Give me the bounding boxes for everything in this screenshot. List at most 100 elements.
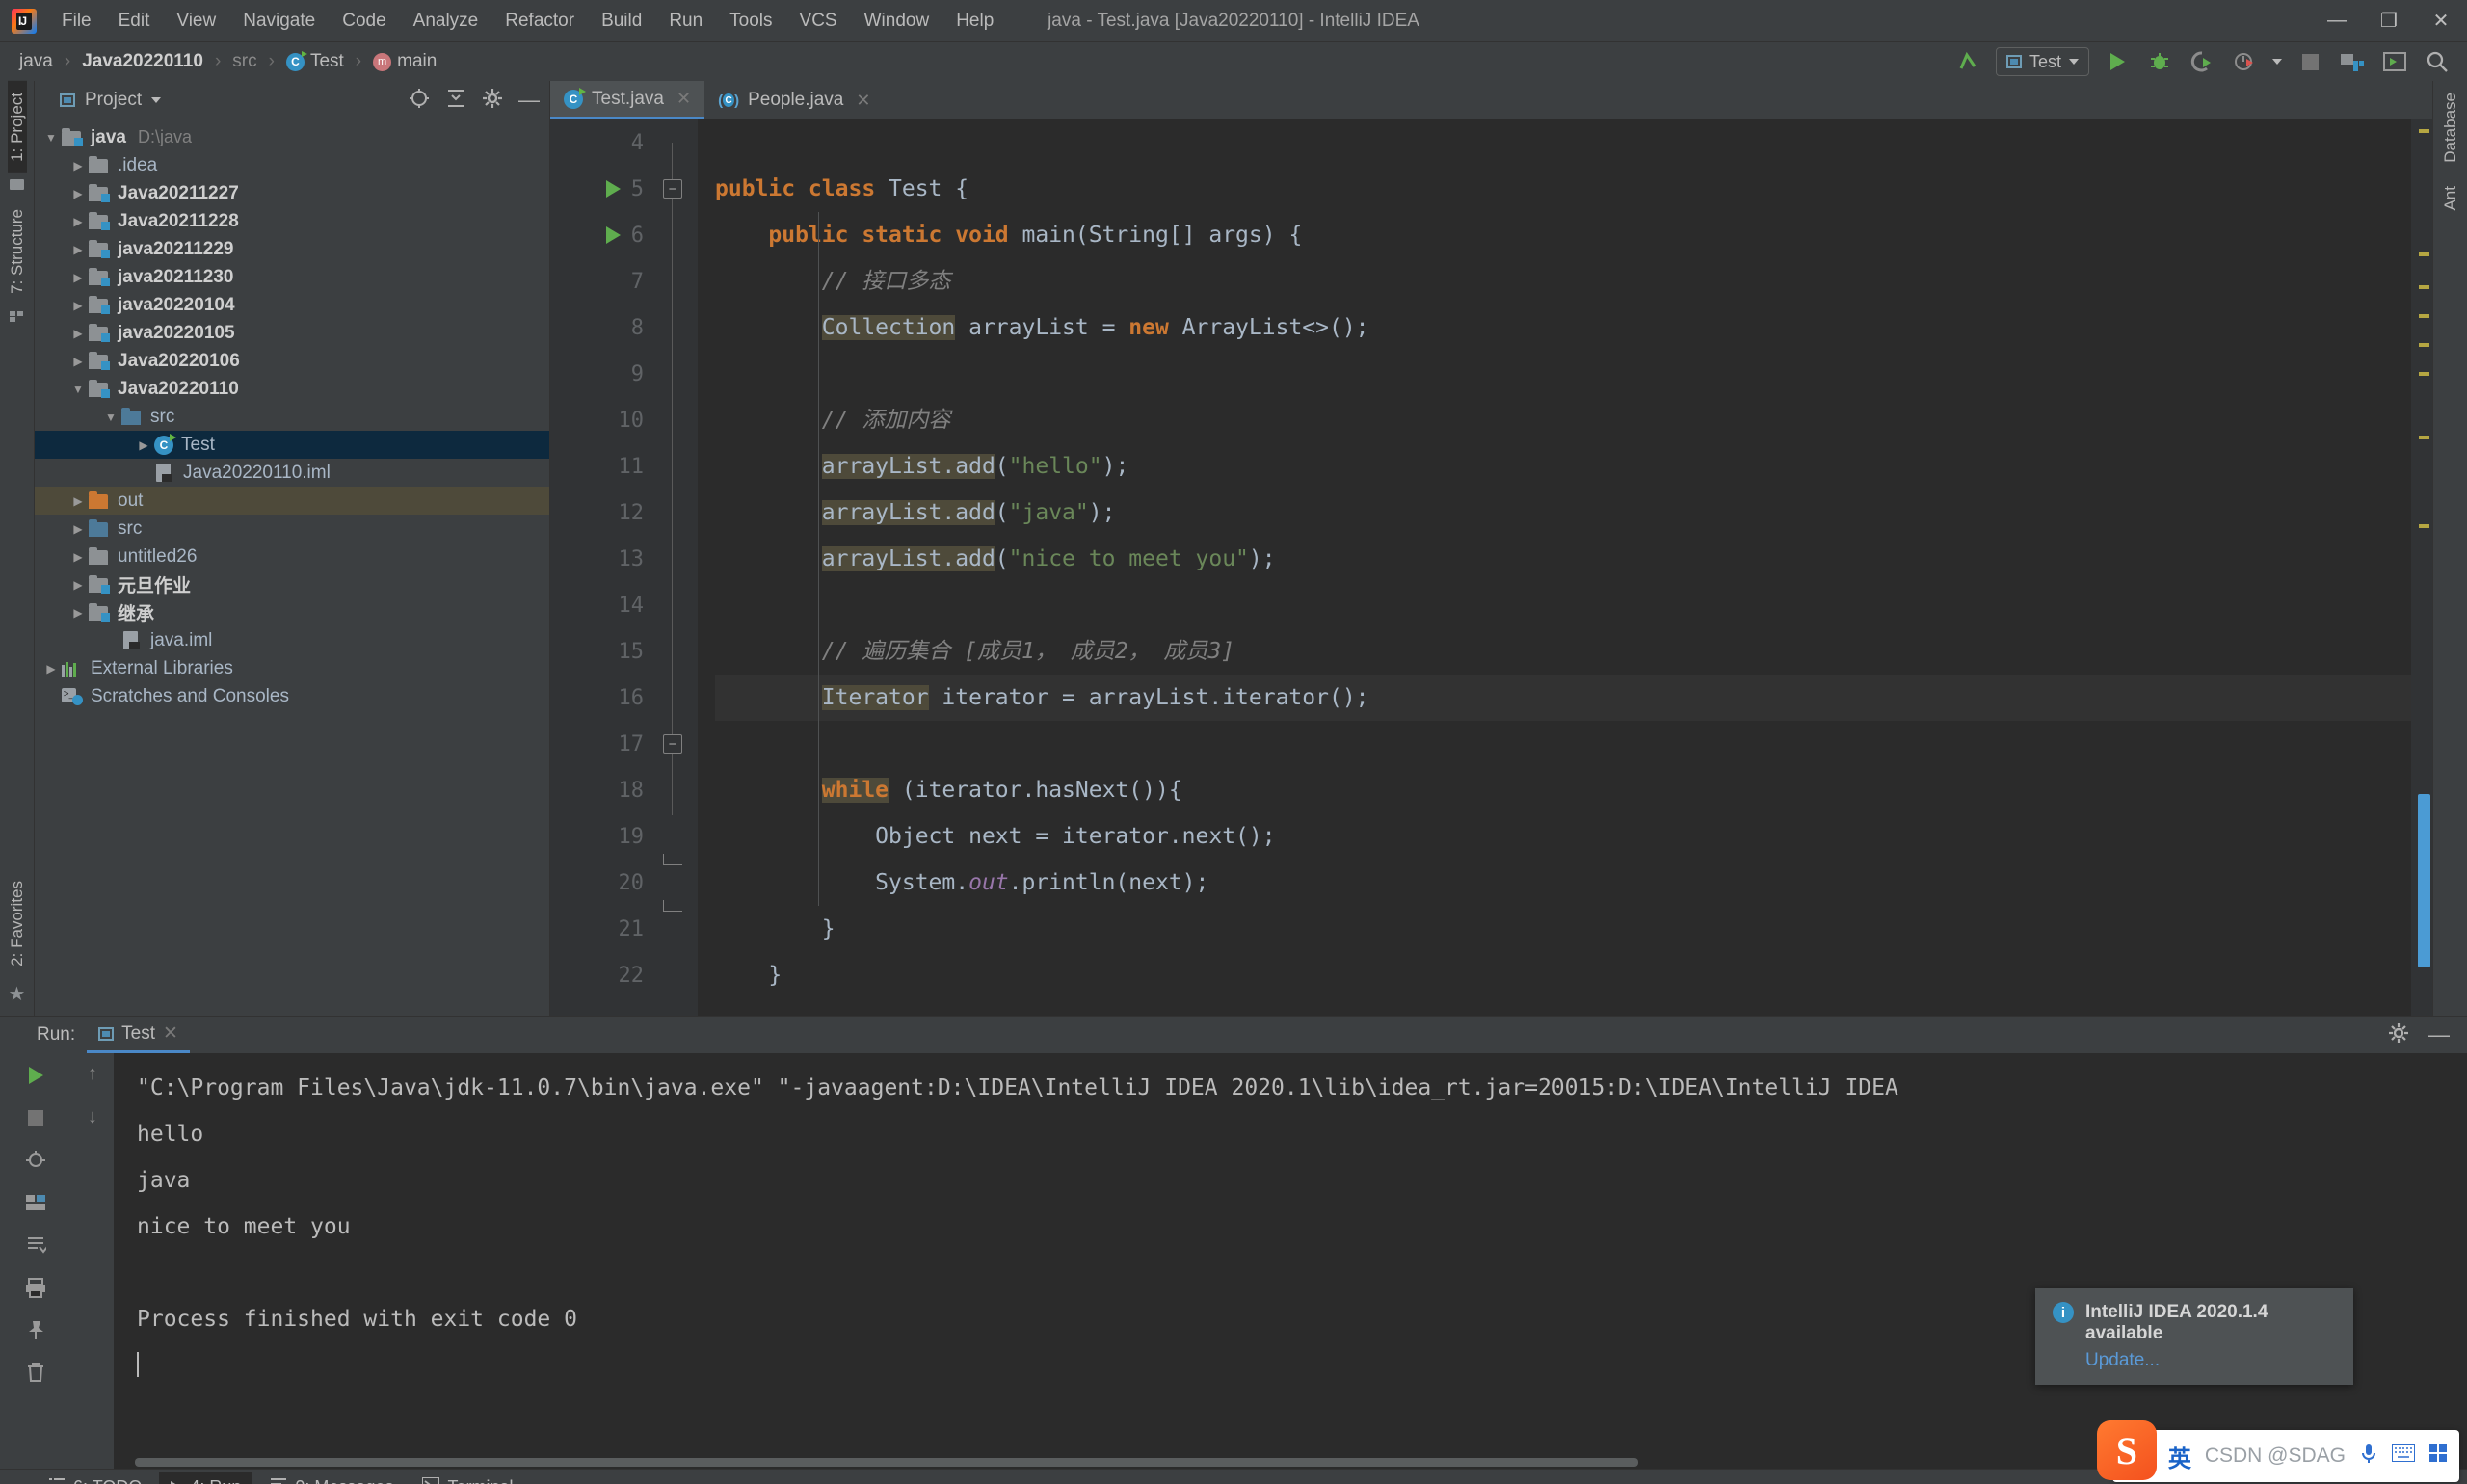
toolwindow-todo[interactable]: 6: TODO [37, 1472, 153, 1484]
rail-item-favorites[interactable]: 2: Favorites [8, 869, 27, 978]
run-panel-actions[interactable]: — [2388, 1022, 2467, 1048]
clear-all-button[interactable] [21, 1358, 50, 1387]
code-line-15[interactable]: // 遍历集合 [成员1， 成员2， 成员3] [715, 628, 2411, 675]
fold-collapse-icon[interactable]: − [663, 179, 682, 199]
expand-arrow-icon[interactable]: ▶ [67, 327, 89, 340]
expand-arrow-icon[interactable]: ▶ [67, 578, 89, 592]
hide-panel-icon[interactable]: — [2428, 1024, 2450, 1046]
maximize-button[interactable]: ❐ [2363, 0, 2415, 42]
expand-arrow-icon[interactable]: ▶ [67, 606, 89, 620]
code-line-18[interactable]: while (iterator.hasNext()){ [715, 767, 2411, 813]
tree-item-out[interactable]: ▶ out [35, 487, 549, 515]
expand-arrow-icon[interactable]: ▶ [67, 299, 89, 312]
project-panel-actions[interactable]: — [409, 88, 540, 114]
breadcrumb[interactable]: java › Java20220110 › src › C Test › m m… [15, 49, 440, 74]
profiler-button[interactable] [2230, 47, 2259, 76]
warning-marker[interactable] [2419, 252, 2429, 256]
close-button[interactable]: ✕ [2415, 0, 2467, 42]
project-view-chevron-down-icon[interactable] [151, 97, 162, 103]
notification-popup[interactable]: i IntelliJ IDEA 2020.1.4 available Updat… [2035, 1288, 2353, 1385]
notification-update-link[interactable]: Update... [2085, 1350, 2336, 1371]
rail-item-database[interactable]: Database [2441, 81, 2460, 174]
expand-arrow-icon[interactable]: ▶ [67, 243, 89, 256]
run-tab-test[interactable]: Test ✕ [87, 1017, 190, 1053]
settings-button[interactable] [2380, 47, 2409, 76]
scroll-to-end-button[interactable] [21, 1231, 50, 1259]
collapse-arrow-icon[interactable]: ▼ [100, 411, 121, 424]
code-line-10[interactable]: // 添加内容 [715, 397, 2411, 443]
run-console-output[interactable]: "C:\Program Files\Java\jdk-11.0.7\bin\ja… [114, 1053, 2467, 1469]
close-icon[interactable]: ✕ [676, 89, 691, 109]
back-arrow-icon[interactable] [1953, 47, 1982, 76]
code-line-20[interactable]: System.out.println(next); [715, 860, 2411, 906]
tree-item-java20220106[interactable]: ▶ Java20220106 [35, 347, 549, 375]
expand-arrow-icon[interactable]: ▶ [67, 355, 89, 368]
rerun-button[interactable] [21, 1061, 50, 1090]
hide-panel-icon[interactable]: — [518, 90, 540, 111]
toolwindow-run[interactable]: 4: Run [159, 1472, 253, 1484]
scroll-up-icon[interactable]: ↑ [88, 1063, 97, 1085]
run-gutter-icon[interactable] [606, 226, 621, 244]
rail-item-project[interactable]: 1: Project [7, 81, 27, 173]
expand-arrow-icon[interactable]: ▶ [67, 522, 89, 536]
menu-refactor[interactable]: Refactor [491, 7, 588, 36]
menu-run[interactable]: Run [655, 7, 716, 36]
editor-tab-bar[interactable]: C Test.java ✕ (C) People.java ✕ [550, 81, 2432, 119]
left-tool-rail[interactable]: 1: Project 7: Structure 2: Favorites ★ [0, 81, 35, 1016]
tree-item-root-src[interactable]: ▶ src [35, 515, 549, 543]
tree-item-scratches-and-consoles[interactable]: >_ Scratches and Consoles [35, 682, 549, 710]
tree-item-yuandan-zuoye[interactable]: ▶ 元旦作业 [35, 570, 549, 598]
code-line-6[interactable]: public static void main(String[] args) { [715, 212, 2411, 258]
code-text[interactable]: public class Test { public static void m… [698, 119, 2411, 1016]
main-toolbar[interactable]: Test [1953, 47, 2467, 76]
layout-button[interactable] [21, 1188, 50, 1217]
code-line-7[interactable]: // 接口多态 [715, 258, 2411, 305]
code-folding-gutter[interactable]: − − [651, 119, 698, 1016]
ime-tools-icon[interactable] [2428, 1444, 2448, 1469]
close-icon[interactable]: ✕ [856, 91, 870, 111]
gear-icon[interactable] [2388, 1022, 2409, 1048]
menu-bar[interactable]: File Edit View Navigate Code Analyze Ref… [48, 7, 1007, 36]
search-everywhere-icon[interactable] [2423, 47, 2452, 76]
tree-item-java20220110[interactable]: ▼ Java20220110 [35, 375, 549, 403]
expand-arrow-icon[interactable]: ▶ [67, 494, 89, 508]
line-number-gutter[interactable]: 4 5 6 7 8 9 10 11 12 13 14 15 16 17 18 1… [550, 119, 651, 1016]
tree-item-untitled26[interactable]: ▶ untitled26 [35, 543, 549, 570]
project-structure-button[interactable] [2338, 47, 2367, 76]
toolwindow-terminal[interactable]: Terminal [411, 1472, 524, 1484]
warning-marker[interactable] [2419, 314, 2429, 318]
tree-item-jicheng[interactable]: ▶ 继承 [35, 598, 549, 626]
code-line-16[interactable]: Iterator iterator = arrayList.iterator()… [715, 675, 2411, 721]
code-line-14[interactable] [715, 582, 2411, 628]
project-tree[interactable]: ▼ java D:\java ▶ .idea ▶ Java20211227 ▶ … [35, 119, 549, 1016]
editor-vertical-scrollbar-thumb[interactable] [2418, 794, 2430, 967]
minimize-button[interactable]: — [2311, 0, 2363, 42]
tree-item-java20211228[interactable]: ▶ Java20211228 [35, 207, 549, 235]
menu-tools[interactable]: Tools [716, 7, 785, 36]
run-button[interactable] [2103, 47, 2132, 76]
tree-item-src[interactable]: ▼ src [35, 403, 549, 431]
code-line-4[interactable] [715, 119, 2411, 166]
microphone-icon[interactable] [2359, 1443, 2378, 1470]
code-line-11[interactable]: arrayList.add("hello"); [715, 443, 2411, 490]
collapse-all-icon[interactable] [445, 88, 466, 114]
profiler-chevron-down-icon[interactable] [2272, 59, 2282, 65]
expand-arrow-icon[interactable]: ▶ [133, 438, 154, 452]
tree-item-test[interactable]: ▶ C Test [35, 431, 549, 459]
fold-collapse-icon[interactable]: − [663, 734, 682, 754]
tree-item-java[interactable]: ▼ java D:\java [35, 123, 549, 151]
warning-marker[interactable] [2419, 129, 2429, 133]
breadcrumb-java[interactable]: java [15, 49, 57, 74]
run-side-toolbar[interactable] [0, 1053, 71, 1469]
locate-file-icon[interactable] [409, 88, 430, 114]
scroll-down-icon[interactable]: ↓ [88, 1106, 97, 1128]
console-scrollbar-thumb[interactable] [135, 1458, 1638, 1467]
warning-marker[interactable] [2419, 285, 2429, 289]
expand-arrow-icon[interactable]: ▼ [40, 131, 62, 145]
print-button[interactable] [21, 1273, 50, 1302]
menu-help[interactable]: Help [942, 7, 1007, 36]
code-line-13[interactable]: arrayList.add("nice to meet you"); [715, 536, 2411, 582]
menu-view[interactable]: View [163, 7, 229, 36]
rail-item-structure[interactable]: 7: Structure [8, 198, 27, 305]
tree-item-idea[interactable]: ▶ .idea [35, 151, 549, 179]
